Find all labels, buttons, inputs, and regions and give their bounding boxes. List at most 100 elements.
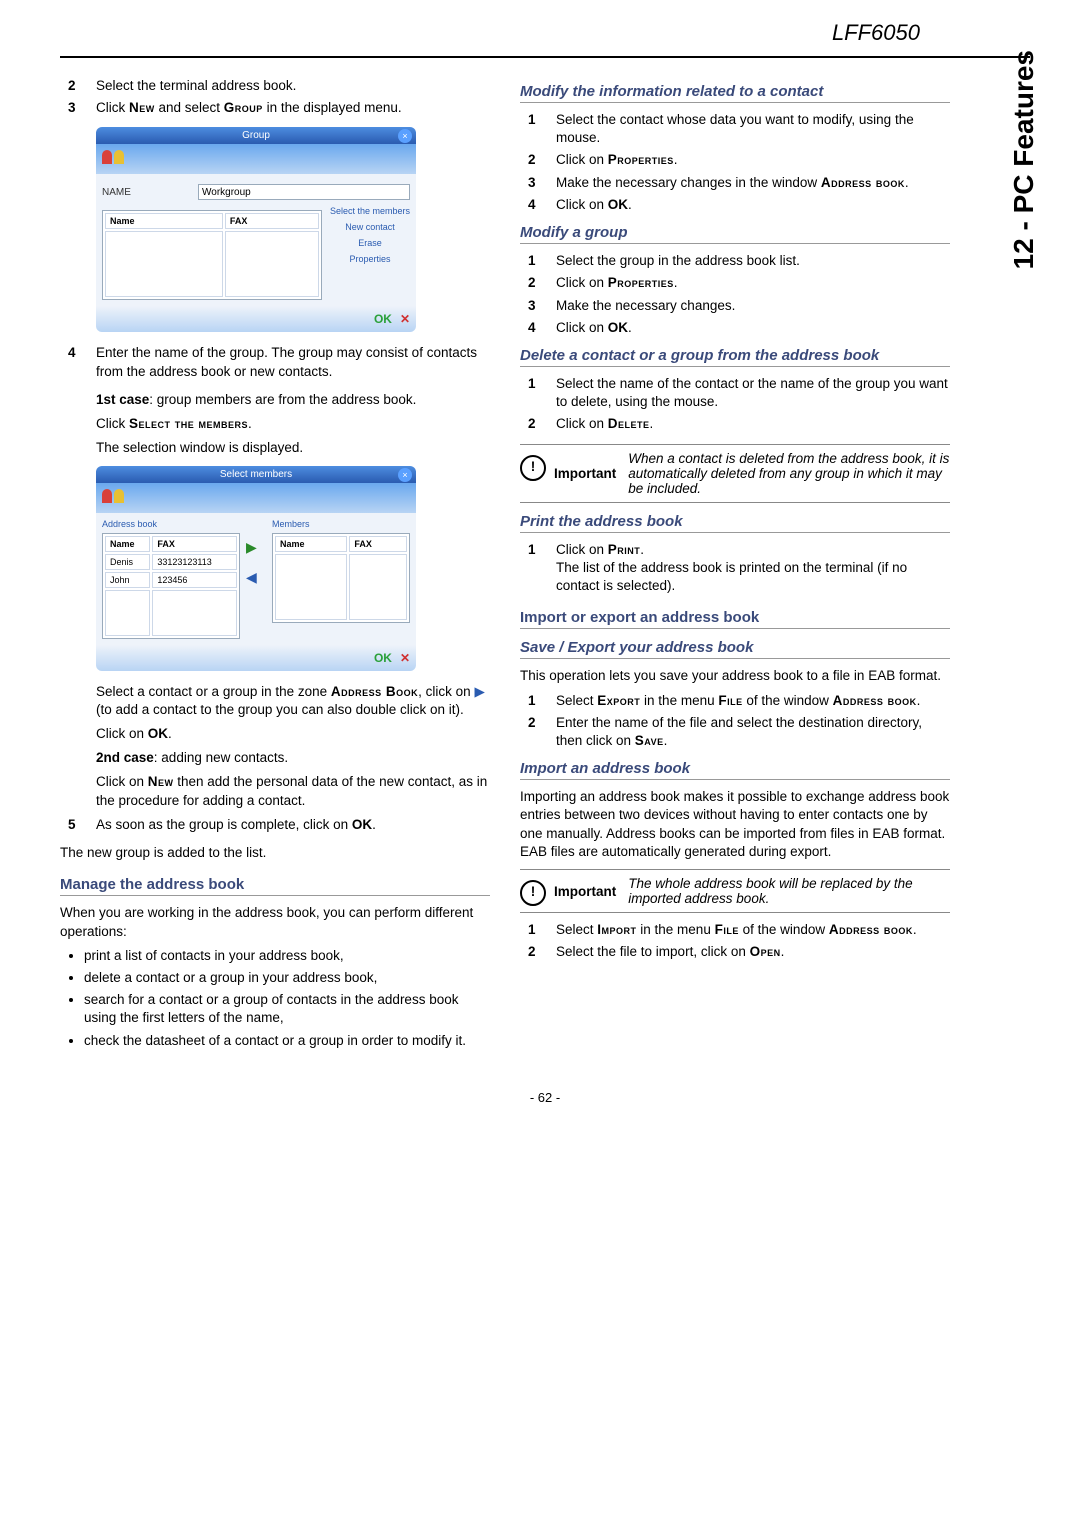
case2-body: Click on New then add the personal data … [96,773,490,809]
step: Click on Print.The list of the address b… [556,541,950,596]
dialog2-titlebar: Select members × [96,466,416,483]
name-input[interactable] [198,184,410,200]
table-row[interactable]: John123456 [105,572,237,588]
table-row[interactable]: Denis33123123113 [105,554,237,570]
page: LFF6050 12 - PC Features Select the term… [0,0,1080,1528]
abook-table[interactable]: NameFAX Denis33123123113 John123456 [102,533,240,639]
dialog-band [96,144,416,174]
ok-button[interactable]: OK [374,651,392,665]
step: Select Import in the menu File of the wi… [556,921,950,939]
step-5-list: As soon as the group is complete, click … [60,816,490,834]
import-intro: Importing an address book makes it possi… [520,788,950,861]
delete-steps: Select the name of the contact or the na… [520,375,950,434]
modify-info-steps: Select the contact whose data you want t… [520,111,950,214]
abook-col-fax: FAX [152,536,237,552]
chapter-tab: 12 - PC Features [1008,50,1040,269]
step-3: Click New and select Group in the displa… [96,99,490,117]
members-table: NameFAX [102,210,322,300]
arrow-right-icon[interactable]: ▶ [246,539,266,559]
modify-group-heading: Modify a group [520,224,950,244]
print-steps: Click on Print.The list of the address b… [520,541,950,596]
page-number: - 62 - [60,1090,1030,1105]
warning-icon: ! [520,455,546,481]
arrow-left-icon[interactable]: ◀ [246,569,266,589]
save-steps: Select Export in the menu File of the wi… [520,692,950,751]
dialog2-footer: OK ✕ [96,645,416,671]
select-members-button[interactable]: Select the members [330,206,410,216]
step: Click on Properties. [556,274,950,292]
step: Click on Delete. [556,415,950,433]
save-intro: This operation lets you save your addres… [520,667,950,685]
mem-col-name: Name [275,536,347,552]
important-text: The whole address book will be replaced … [628,876,950,906]
step-4-list: Enter the name of the group. The group m… [60,344,490,380]
step: Enter the name of the file and select th… [556,714,950,750]
modify-info-heading: Modify the information related to a cont… [520,83,950,103]
col-name: Name [105,213,223,229]
close-icon[interactable]: × [398,129,412,143]
header-model: LFF6050 [60,20,1030,46]
step: Click on Properties. [556,151,950,169]
save-heading: Save / Export your address book [520,639,950,659]
delete-heading: Delete a contact or a group from the add… [520,347,950,367]
dialog-body: NAME NameFAX Select the members New cont… [96,174,416,306]
step-4: Enter the name of the group. The group m… [96,344,490,380]
step: Select the file to import, click on Open… [556,943,950,961]
case1-click-ok: Click on OK. [96,725,490,743]
header-rule [60,56,1030,58]
case2-intro: 2nd case: adding new contacts. [96,749,490,767]
col-fax: FAX [225,213,319,229]
import-heading: Import an address book [520,760,950,780]
important-text: When a contact is deleted from the addre… [628,451,950,496]
cancel-icon[interactable]: ✕ [400,651,410,665]
case1-intro: 1st case: group members are from the add… [96,391,490,409]
dialog-titlebar: Group × [96,127,416,144]
right-column: Modify the information related to a cont… [520,73,950,1060]
warning-icon: ! [520,880,546,906]
name-label: NAME [102,187,192,198]
case1-selwin: The selection window is displayed. [96,439,490,457]
group-dialog: Group × NAME NameFAX [96,127,416,332]
step: Select the group in the address book lis… [556,252,950,270]
steps-2-3: Select the terminal address book. Click … [60,77,490,117]
new-contact-button[interactable]: New contact [330,222,410,232]
step: Make the necessary changes. [556,297,950,315]
step: Click on OK. [556,319,950,337]
step-2: Select the terminal address book. [96,77,490,95]
step-5: As soon as the group is complete, click … [96,816,490,834]
dialog2-body: Address book NameFAX Denis33123123113 Jo… [96,513,416,645]
side-buttons: Select the members New contact Erase Pro… [330,206,410,264]
step: Select the name of the contact or the na… [556,375,950,411]
dialog2-band [96,483,416,513]
list-item: print a list of contacts in your address… [84,947,490,965]
people-icon [102,489,126,507]
arrow-right-icon: ▶ [474,684,484,699]
dialog-title: Group [242,130,270,141]
important-note-2: ! Important The whole address book will … [520,869,950,913]
import-steps: Select Import in the menu File of the wi… [520,921,950,961]
dialog2-title: Select members [220,469,292,480]
impexp-heading: Import or export an address book [520,609,950,629]
important-label: Important [554,884,616,899]
cancel-icon[interactable]: ✕ [400,312,410,326]
step: Select the contact whose data you want t… [556,111,950,147]
modify-group-steps: Select the group in the address book lis… [520,252,950,337]
step: Select Export in the menu File of the wi… [556,692,950,710]
step: Make the necessary changes in the window… [556,174,950,192]
list-item: search for a contact or a group of conta… [84,991,490,1027]
people-icon [102,150,126,168]
case1-select-para: Select a contact or a group in the zone … [96,683,490,719]
important-label: Important [554,466,616,481]
dialog-footer: OK ✕ [96,306,416,332]
after-step5: The new group is added to the list. [60,844,490,862]
abook-col-name: Name [105,536,150,552]
close-icon[interactable]: × [398,468,412,482]
ok-button[interactable]: OK [374,312,392,326]
step: Click on OK. [556,196,950,214]
abook-label: Address book [102,519,240,529]
properties-button[interactable]: Properties [330,254,410,264]
members-table2[interactable]: NameFAX [272,533,410,623]
name-row: NAME [102,184,410,200]
erase-button[interactable]: Erase [330,238,410,248]
list-item: check the datasheet of a contact or a gr… [84,1032,490,1050]
